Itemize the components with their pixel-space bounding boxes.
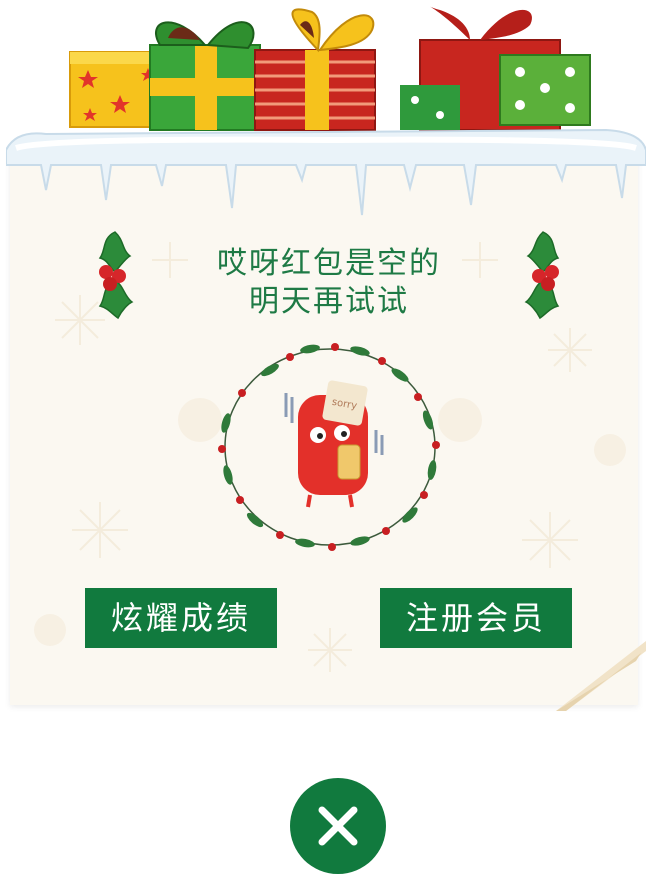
- register-member-button[interactable]: 注册会员: [380, 588, 572, 648]
- gift-boxes-icon: [69, 6, 591, 131]
- close-button[interactable]: [290, 778, 386, 874]
- title-line-2: 明天再试试: [249, 284, 409, 319]
- title-line-1: 哎呀红包是空的: [217, 246, 441, 281]
- snow-top: [6, 128, 646, 216]
- empty-envelope-message: 哎呀红包是空的 明天再试试: [0, 245, 658, 321]
- show-off-score-button[interactable]: 炫耀成绩: [85, 588, 277, 648]
- wreath-icon: sorry: [218, 343, 440, 551]
- page-fold: [556, 641, 646, 711]
- close-icon: [318, 806, 358, 846]
- red-envelope-mascot-icon: sorry: [284, 380, 384, 508]
